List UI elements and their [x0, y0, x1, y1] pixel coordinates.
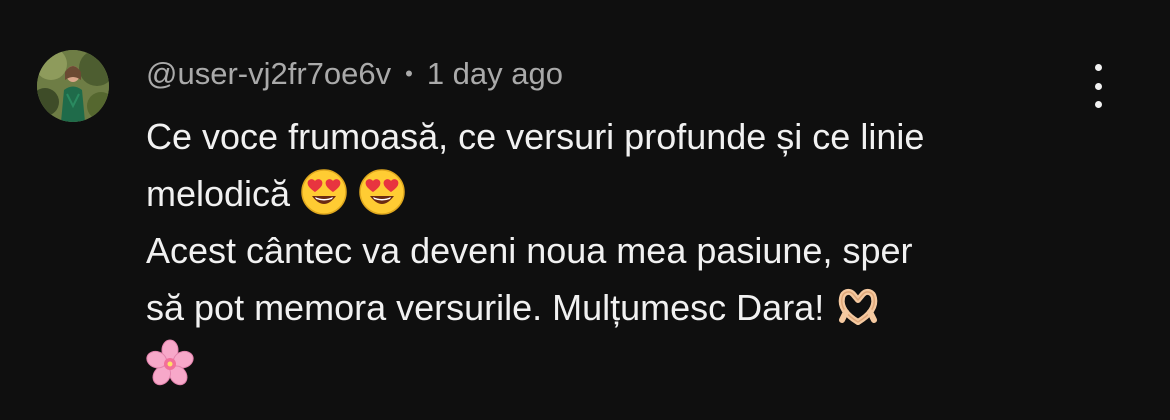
comment-line-4: să pot memora versurile. Mulțumesc Dara!	[146, 279, 1106, 336]
comment-line-3: Acest cântec va deveni noua mea pasiune,…	[146, 230, 913, 271]
cherry-blossom-emoji-icon	[146, 339, 194, 387]
comment-timestamp[interactable]: 1 day ago	[427, 56, 563, 92]
comment-line-5	[146, 336, 1106, 393]
username-link[interactable]: @user-vj2fr7oe6v	[146, 56, 391, 92]
heart-hands-emoji-icon	[834, 282, 882, 330]
avatar-image	[37, 50, 109, 122]
menu-dot	[1094, 101, 1102, 108]
menu-dot	[1094, 64, 1102, 71]
comment-text: Ce voce frumoasă, ce versuri profunde și…	[146, 108, 1106, 393]
heart-eyes-emoji-icon	[358, 168, 406, 216]
header-separator: •	[405, 61, 413, 86]
more-options-icon[interactable]	[1080, 64, 1116, 108]
comment-line-2: melodică	[146, 165, 1106, 222]
avatar[interactable]	[37, 50, 109, 122]
comment-item: @user-vj2fr7oe6v • 1 day ago Ce voce fru…	[0, 0, 1170, 420]
comment-header: @user-vj2fr7oe6v • 1 day ago	[146, 54, 563, 94]
comment-line-1: Ce voce frumoasă, ce versuri profunde și…	[146, 116, 925, 157]
heart-eyes-emoji-icon	[300, 168, 348, 216]
menu-dot	[1094, 82, 1102, 90]
